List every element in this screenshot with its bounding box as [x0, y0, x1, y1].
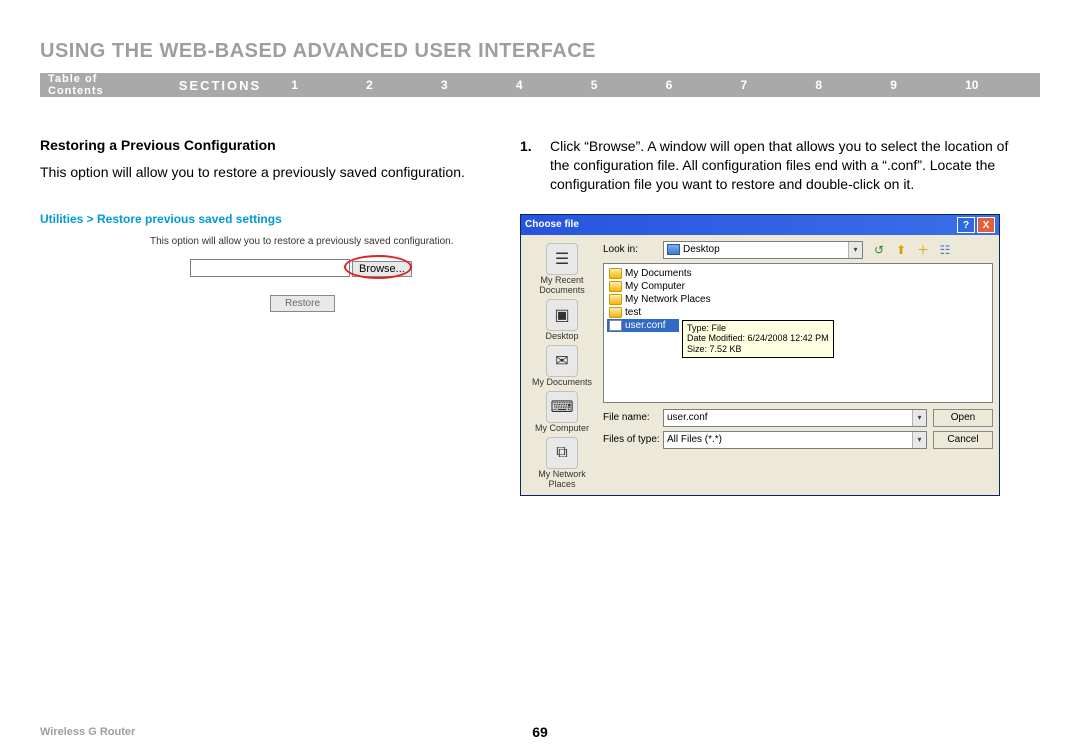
- look-in-dropdown[interactable]: Desktop ▾: [663, 241, 863, 259]
- file-name: My Documents: [625, 268, 692, 279]
- section-link-9[interactable]: 9: [890, 78, 965, 92]
- new-folder-icon[interactable]: ＋: [915, 242, 931, 258]
- section-link-4[interactable]: 4: [516, 78, 591, 92]
- settings-breadcrumb: Utilities > Restore previous saved setti…: [40, 212, 490, 226]
- folder-icon: [609, 307, 622, 318]
- footer-product: Wireless G Router: [40, 726, 135, 738]
- section-link-2[interactable]: 2: [366, 78, 441, 92]
- sidebar-item-my-computer[interactable]: ⌨ My Computer: [527, 389, 597, 433]
- tooltip-type: Type: File: [687, 323, 829, 334]
- sidebar-item-desktop[interactable]: ▣ Desktop: [527, 297, 597, 341]
- my-documents-icon: ✉: [546, 345, 578, 377]
- places-sidebar: ☰ My Recent Documents ▣ Desktop ✉ My Doc…: [527, 241, 597, 489]
- section-link-3[interactable]: 3: [441, 78, 516, 92]
- file-chooser-dialog: Choose file ? X ☰ My Recent Documents ▣ …: [520, 214, 1000, 496]
- section-link-5[interactable]: 5: [591, 78, 666, 92]
- file-name: My Computer: [625, 281, 685, 292]
- config-path-input[interactable]: [190, 259, 350, 277]
- section-link-7[interactable]: 7: [740, 78, 815, 92]
- file-icon: [609, 320, 622, 331]
- look-in-value: Desktop: [683, 244, 720, 255]
- dialog-titlebar: Choose file ? X: [521, 215, 999, 235]
- recent-documents-icon: ☰: [546, 243, 578, 275]
- dialog-title: Choose file: [525, 219, 955, 230]
- sidebar-item-recent[interactable]: ☰ My Recent Documents: [527, 241, 597, 295]
- list-item[interactable]: My Computer: [607, 280, 989, 293]
- help-button[interactable]: ?: [957, 217, 975, 233]
- chapter-title: USING THE WEB-BASED ADVANCED USER INTERF…: [40, 40, 1040, 63]
- filetype-value: All Files (*.*): [667, 434, 722, 445]
- folder-icon: [609, 281, 622, 292]
- section-link-8[interactable]: 8: [815, 78, 890, 92]
- page-number: 69: [532, 724, 548, 740]
- filename-value: user.conf: [667, 412, 708, 423]
- up-folder-icon[interactable]: ⬆: [893, 242, 909, 258]
- folder-icon: [609, 294, 622, 305]
- sections-label: SECTIONS: [179, 78, 261, 93]
- file-list-pane[interactable]: My Documents My Computer My Network Plac…: [603, 263, 993, 403]
- section-link-10[interactable]: 10: [965, 78, 1040, 92]
- step-text: Click “Browse”. A window will open that …: [550, 137, 1020, 194]
- step-number: 1.: [520, 137, 550, 194]
- file-name: user.conf: [625, 320, 666, 331]
- section-link-6[interactable]: 6: [666, 78, 741, 92]
- section-nav-bar: Table of Contents SECTIONS 1 2 3 4 5 6 7…: [40, 73, 1040, 97]
- folder-icon: [609, 268, 622, 279]
- list-item[interactable]: My Documents: [607, 267, 989, 280]
- cancel-button[interactable]: Cancel: [933, 431, 993, 449]
- open-button[interactable]: Open: [933, 409, 993, 427]
- file-name: test: [625, 307, 641, 318]
- my-computer-icon: ⌨: [546, 391, 578, 423]
- filename-input[interactable]: user.conf ▾: [663, 409, 927, 427]
- filetype-label: Files of type:: [603, 434, 663, 445]
- file-name: My Network Places: [625, 294, 711, 305]
- back-icon[interactable]: ↺: [871, 242, 887, 258]
- sidebar-item-my-documents[interactable]: ✉ My Documents: [527, 343, 597, 387]
- sidebar-item-label: My Documents: [527, 377, 597, 387]
- sidebar-item-label: My Recent Documents: [527, 275, 597, 295]
- toc-link[interactable]: Table of Contents: [48, 73, 139, 97]
- look-in-label: Look in:: [603, 244, 663, 255]
- filetype-dropdown[interactable]: All Files (*.*) ▾: [663, 431, 927, 449]
- sidebar-item-label: My Computer: [527, 423, 597, 433]
- filename-label: File name:: [603, 412, 663, 423]
- sidebar-item-label: Desktop: [527, 331, 597, 341]
- network-places-icon: ⧉: [546, 437, 578, 469]
- restore-button[interactable]: Restore: [270, 295, 335, 312]
- settings-description: This option will allow you to restore a …: [150, 236, 490, 247]
- desktop-icon: [667, 244, 680, 255]
- chevron-down-icon: ▾: [912, 410, 926, 426]
- desktop-icon: ▣: [546, 299, 578, 331]
- file-tooltip: Type: File Date Modified: 6/24/2008 12:4…: [682, 320, 834, 358]
- close-button[interactable]: X: [977, 217, 995, 233]
- chevron-down-icon: ▾: [848, 242, 862, 258]
- list-item[interactable]: test: [607, 306, 989, 319]
- section-body: This option will allow you to restore a …: [40, 163, 490, 182]
- sidebar-item-network-places[interactable]: ⧉ My Network Places: [527, 435, 597, 489]
- view-menu-icon[interactable]: ☷: [937, 242, 953, 258]
- section-heading: Restoring a Previous Configuration: [40, 137, 490, 153]
- chevron-down-icon: ▾: [912, 432, 926, 448]
- browse-button[interactable]: Browse...: [352, 261, 412, 277]
- list-item[interactable]: My Network Places: [607, 293, 989, 306]
- section-link-1[interactable]: 1: [291, 78, 366, 92]
- list-item-selected[interactable]: user.conf: [607, 319, 679, 332]
- tooltip-modified: Date Modified: 6/24/2008 12:42 PM: [687, 333, 829, 344]
- sidebar-item-label: My Network Places: [527, 469, 597, 489]
- tooltip-size: Size: 7.52 KB: [687, 344, 829, 355]
